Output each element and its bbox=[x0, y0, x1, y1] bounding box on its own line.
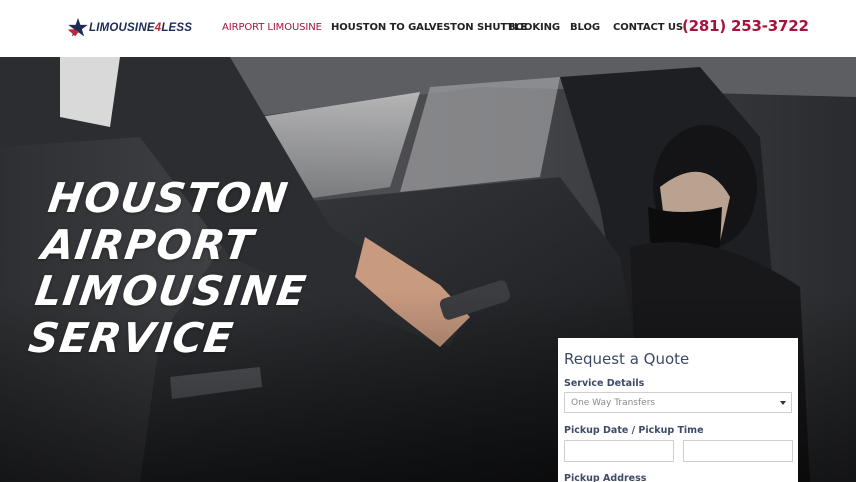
service-details-label: Service Details bbox=[564, 378, 645, 389]
site-header: LIMOUSINE4LESS AIRPORT LIMOUSINE HOUSTON… bbox=[0, 0, 856, 57]
pickup-date-input[interactable] bbox=[564, 440, 674, 462]
pickup-time-input[interactable] bbox=[683, 440, 793, 462]
nav-blog[interactable]: BLOG bbox=[570, 21, 613, 35]
service-details-value: One Way Transfers bbox=[571, 398, 656, 408]
phone-number[interactable]: (281) 253-3722 bbox=[682, 17, 809, 35]
hero-title-line: LIMOUSINE bbox=[32, 267, 311, 315]
hero-title-line: AIRPORT bbox=[38, 220, 258, 269]
logo-wordmark: LIMOUSINE4LESS bbox=[89, 22, 192, 34]
hero-title: HOUSTON AIRPORT LIMOUSINE SERVICE bbox=[25, 174, 323, 362]
main-nav: AIRPORT LIMOUSINE HOUSTON TO GALVESTON S… bbox=[222, 21, 683, 35]
quote-heading: Request a Quote bbox=[564, 350, 690, 368]
nav-houston-galveston-shuttle[interactable]: HOUSTON TO GALVESTON SHUTTLE bbox=[331, 21, 527, 35]
logo-text-limousine: LIMOUSINE bbox=[89, 22, 155, 34]
nav-booking[interactable]: BOOKING bbox=[508, 21, 570, 35]
caret-down-icon bbox=[780, 401, 786, 405]
service-details-select[interactable]: One Way Transfers bbox=[564, 392, 792, 413]
logo-text-less: LESS bbox=[161, 22, 193, 34]
pickup-address-label: Pickup Address bbox=[564, 473, 647, 482]
nav-contact-us[interactable]: CONTACT US bbox=[613, 21, 683, 35]
pickup-date-time-label: Pickup Date / Pickup Time bbox=[564, 425, 704, 436]
nav-airport-limousine[interactable]: AIRPORT LIMOUSINE bbox=[222, 21, 331, 35]
site-logo[interactable]: LIMOUSINE4LESS bbox=[67, 16, 207, 40]
star-logo-icon bbox=[67, 17, 88, 37]
hero-title-line: SERVICE bbox=[25, 313, 238, 362]
quote-form: Request a Quote Service Details One Way … bbox=[558, 338, 798, 482]
hero-title-line: HOUSTON bbox=[45, 174, 292, 222]
